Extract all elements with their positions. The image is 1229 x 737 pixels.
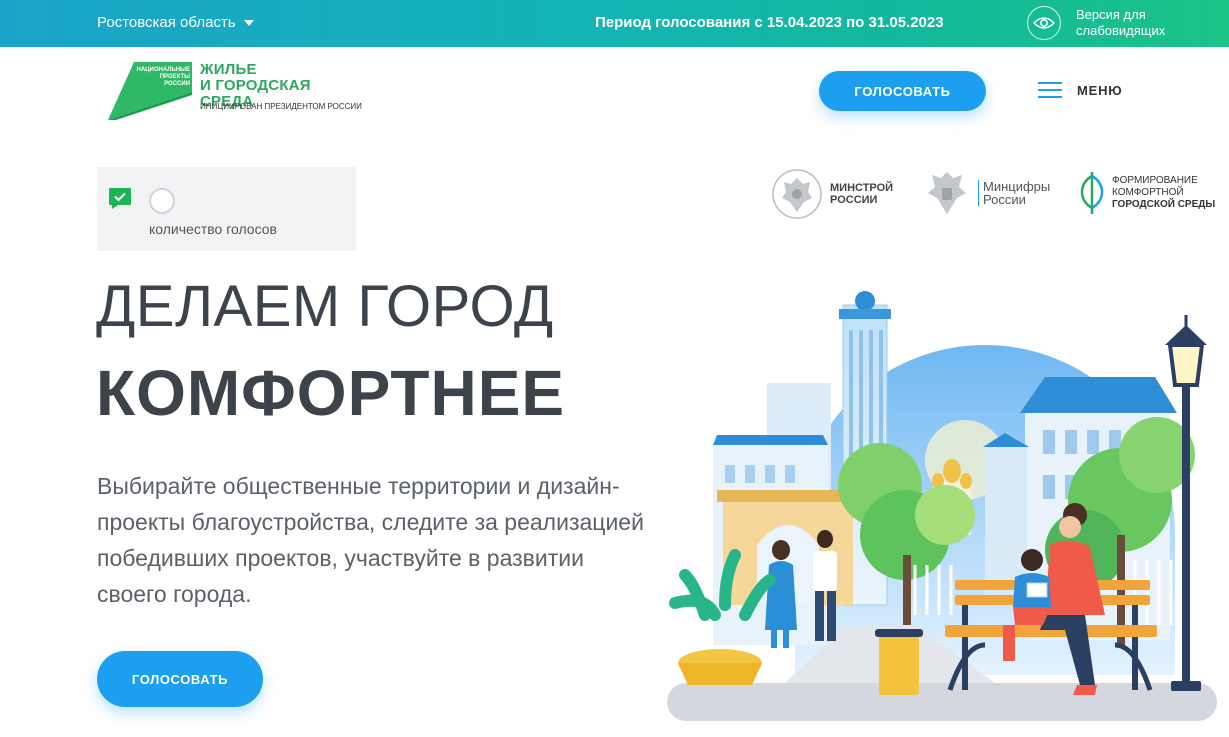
badge-line: НАЦИОНАЛЬНЫЕ [136, 67, 191, 73]
partner-line: КОМФОРТНОЙ [1112, 187, 1184, 198]
eye-icon[interactable] [1027, 6, 1061, 40]
site-logo[interactable]: НАЦИОНАЛЬНЫЕ ПРОЕКТЫ РОССИИ ЖИЛЬЕ И ГОРО… [108, 62, 368, 120]
partner-line: ГОРОДСКОЙ СРЕДЫ [1112, 199, 1216, 210]
partner-line: РОССИИ [830, 194, 878, 206]
comfort-env-logo-icon [1080, 172, 1104, 214]
chevron-down-icon[interactable] [243, 19, 254, 26]
city-park-illustration [667, 291, 1217, 721]
logo-title-line1: ЖИЛЬЕ [200, 61, 257, 78]
hero-title-line2: КОМФОРТНЕЕ [96, 357, 566, 429]
top-bar: Ростовская область Период голосования с … [0, 0, 1229, 47]
accessibility-link[interactable]: Версия для слабовидящих [1076, 7, 1186, 39]
partner-line: ФОРМИРОВАНИЕ [1112, 175, 1198, 186]
partner-mincifry[interactable]: Минцифры России [924, 168, 1050, 218]
voting-period: Период голосования с 15.04.2023 по 31.05… [595, 14, 944, 31]
coat-of-arms-icon [928, 172, 966, 214]
coat-of-arms-icon [772, 169, 822, 219]
hero-title-line1: ДЕЛАЕМ ГОРОД [96, 274, 554, 339]
vote-button-header[interactable]: ГОЛОСОВАТЬ [819, 71, 986, 111]
checkbox-icon [109, 188, 131, 209]
progress-ring-icon [149, 188, 175, 214]
region-selector[interactable]: Ростовская область [97, 14, 254, 31]
logo-subtitle: ИНИЦИИРОВАН ПРЕЗИДЕНТОМ РОССИИ [200, 102, 362, 111]
partner-line: МИНСТРОЙ [830, 182, 894, 194]
partner-comfort-text: ФОРМИРОВАНИЕ КОМФОРТНОЙ ГОРОДСКОЙ СРЕДЫ [1112, 175, 1215, 211]
badge-line: ПРОЕКТЫ [159, 74, 190, 80]
hamburger-icon[interactable] [1038, 82, 1062, 98]
partner-comfort-environment[interactable]: ФОРМИРОВАНИЕ КОМФОРТНОЙ ГОРОДСКОЙ СРЕДЫ [1080, 170, 1215, 216]
partner-minstroy-text: МИНСТРОЙ РОССИИ [830, 182, 893, 206]
vote-button-hero[interactable]: ГОЛОСОВАТЬ [97, 651, 263, 707]
partner-mincifry-text: Минцифры России [978, 180, 1050, 206]
national-projects-badge: НАЦИОНАЛЬНЫЕ ПРОЕКТЫ РОССИИ [134, 67, 191, 88]
menu-label[interactable]: МЕНЮ [1077, 83, 1123, 98]
partner-line: России [983, 192, 1026, 207]
vote-count-label: количество голосов [149, 221, 277, 237]
badge-line: РОССИИ [164, 81, 190, 87]
region-label[interactable]: Ростовская область [97, 14, 236, 31]
hero-description: Выбирайте общественные территории и диза… [97, 473, 644, 607]
accessibility-link-line1[interactable]: Версия для [1076, 7, 1186, 23]
vote-counter-card: количество голосов [97, 167, 356, 251]
menu-button[interactable]: МЕНЮ [1038, 82, 1123, 98]
partner-minstroy[interactable]: МИНСТРОЙ РОССИИ [772, 168, 893, 220]
accessibility-link-line2[interactable]: слабовидящих [1076, 23, 1186, 39]
